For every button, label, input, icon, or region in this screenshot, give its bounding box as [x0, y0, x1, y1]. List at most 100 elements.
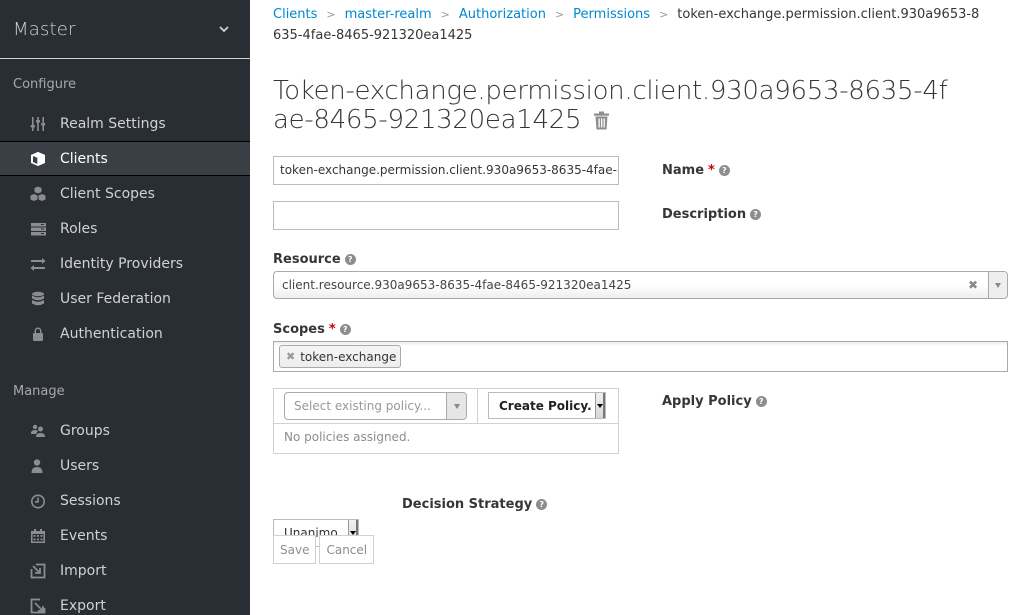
help-icon[interactable]: ?	[536, 499, 548, 510]
section-manage: Manage	[13, 384, 65, 399]
apply-policy-box: Select existing policy... Create Policy.…	[273, 388, 619, 454]
cubes-icon	[30, 186, 46, 202]
sidebar-item-label: Clients	[60, 150, 108, 167]
dropdown-arrow-icon	[446, 393, 466, 419]
clear-icon[interactable]: ✖	[966, 278, 980, 292]
database-icon	[30, 291, 46, 307]
users-icon	[30, 423, 46, 439]
sidebar-item-label: Events	[60, 527, 108, 544]
resource-value: client.resource.930a9653-8635-4fae-8465-…	[282, 278, 632, 292]
name-label: Name *?	[662, 163, 730, 178]
scope-tag-label: token-exchange	[300, 349, 397, 364]
sidebar-item-label: Sessions	[60, 492, 121, 509]
sidebar-item-label: Realm Settings	[60, 115, 166, 132]
breadcrumb-separator: >	[659, 8, 669, 21]
trash-icon[interactable]	[593, 111, 610, 130]
clock-icon	[30, 493, 46, 509]
cube-icon	[30, 151, 46, 167]
sidebar-item-import[interactable]: Import	[0, 553, 250, 588]
sidebar-item-label: Authentication	[60, 325, 163, 342]
server-icon	[30, 221, 46, 237]
sliders-icon	[30, 116, 46, 132]
main-content: Clients > master-realm > Authorization > Permi…	[250, 0, 1017, 615]
sidebar-item-label: Export	[60, 597, 106, 614]
resource-select[interactable]: client.resource.930a9653-8635-4fae-8465-…	[273, 271, 1008, 299]
scope-tag: ✖ token-exchange	[279, 345, 402, 368]
page-title: Token-exchange.permission.client.930a965…	[273, 77, 953, 135]
sidebar-item-label: Client Scopes	[60, 185, 155, 202]
page-title-text: Token-exchange.permission.client.930a965…	[273, 76, 948, 135]
remove-tag-icon[interactable]: ✖	[286, 350, 295, 363]
form-actions: Save Cancel	[273, 535, 375, 564]
decision-strategy-label: Decision Strategy?	[402, 497, 548, 512]
user-icon	[30, 458, 46, 474]
sidebar-item-roles[interactable]: Roles	[0, 211, 250, 246]
sidebar-item-label: User Federation	[60, 290, 171, 307]
scopes-label-text: Scopes	[273, 322, 325, 337]
sidebar-item-clients[interactable]: Clients	[0, 141, 250, 176]
calendar-icon	[30, 528, 46, 544]
import-icon	[30, 563, 46, 579]
description-label: Description?	[662, 207, 762, 222]
breadcrumb: Clients > master-realm > Authorization > Permi…	[273, 4, 983, 46]
help-icon[interactable]: ?	[718, 165, 730, 176]
lock-icon	[30, 326, 46, 342]
description-input[interactable]	[273, 201, 619, 230]
breadcrumb-master-realm[interactable]: master-realm	[345, 7, 432, 22]
configure-nav: Realm Settings Clients Client Scopes Rol…	[0, 106, 250, 351]
sidebar: Master Configure Realm Settings Clients …	[0, 0, 250, 615]
help-icon[interactable]: ?	[339, 324, 351, 335]
create-policy-select[interactable]: Create Policy.	[488, 392, 606, 419]
sidebar-item-client-scopes[interactable]: Client Scopes	[0, 176, 250, 211]
required-marker: *	[708, 163, 715, 178]
sidebar-item-user-federation[interactable]: User Federation	[0, 281, 250, 316]
apply-policy-label: Apply Policy?	[662, 394, 767, 409]
save-button[interactable]: Save	[273, 535, 317, 564]
create-policy-label: Create Policy.	[499, 398, 592, 413]
apply-policy-label-text: Apply Policy	[662, 394, 752, 409]
select-policy-placeholder: Select existing policy...	[294, 399, 431, 413]
help-icon[interactable]: ?	[755, 396, 767, 407]
breadcrumb-separator: >	[554, 8, 565, 21]
realm-name: Master	[13, 18, 76, 40]
breadcrumb-authorization[interactable]: Authorization	[459, 7, 546, 22]
description-label-text: Description	[662, 207, 747, 222]
sidebar-item-export[interactable]: Export	[0, 588, 250, 615]
sidebar-item-events[interactable]: Events	[0, 518, 250, 553]
name-input[interactable]: token-exchange.permission.client.930a965…	[273, 156, 619, 185]
breadcrumb-separator: >	[326, 8, 336, 21]
dropdown-arrow-icon[interactable]	[988, 272, 1007, 298]
sidebar-item-label: Users	[60, 457, 100, 474]
help-icon[interactable]: ?	[750, 209, 762, 220]
exchange-icon	[30, 256, 46, 272]
sidebar-item-label: Groups	[60, 422, 110, 439]
no-policies-text: No policies assigned.	[284, 430, 411, 444]
breadcrumb-permissions[interactable]: Permissions	[573, 7, 650, 22]
sidebar-item-sessions[interactable]: Sessions	[0, 483, 250, 518]
export-icon	[30, 598, 46, 614]
name-label-text: Name	[662, 163, 705, 178]
sidebar-item-groups[interactable]: Groups	[0, 413, 250, 448]
help-icon[interactable]: ?	[344, 254, 356, 265]
breadcrumb-separator: >	[440, 8, 450, 21]
decision-strategy-label-text: Decision Strategy	[402, 497, 533, 512]
sidebar-item-label: Roles	[60, 220, 98, 237]
breadcrumb-clients[interactable]: Clients	[273, 7, 317, 22]
required-marker: *	[328, 322, 336, 337]
scopes-label: Scopes *?	[273, 322, 351, 337]
sidebar-item-identity-providers[interactable]: Identity Providers	[0, 246, 250, 281]
sidebar-item-realm-settings[interactable]: Realm Settings	[0, 106, 250, 141]
scopes-input[interactable]: ✖ token-exchange	[273, 341, 1008, 372]
sidebar-item-label: Import	[60, 562, 107, 579]
manage-nav: Groups Users Sessions Events Import Expo…	[0, 413, 250, 615]
sidebar-item-authentication[interactable]: Authentication	[0, 316, 250, 351]
select-existing-policy[interactable]: Select existing policy...	[284, 392, 467, 420]
sidebar-item-users[interactable]: Users	[0, 448, 250, 483]
chevron-down-icon	[219, 26, 229, 33]
resource-label-text: Resource	[273, 252, 341, 267]
sidebar-item-label: Identity Providers	[60, 255, 184, 272]
cancel-button[interactable]: Cancel	[319, 535, 375, 564]
resource-label: Resource?	[273, 252, 356, 267]
realm-selector[interactable]: Master	[0, 0, 250, 59]
section-configure: Configure	[13, 77, 77, 92]
